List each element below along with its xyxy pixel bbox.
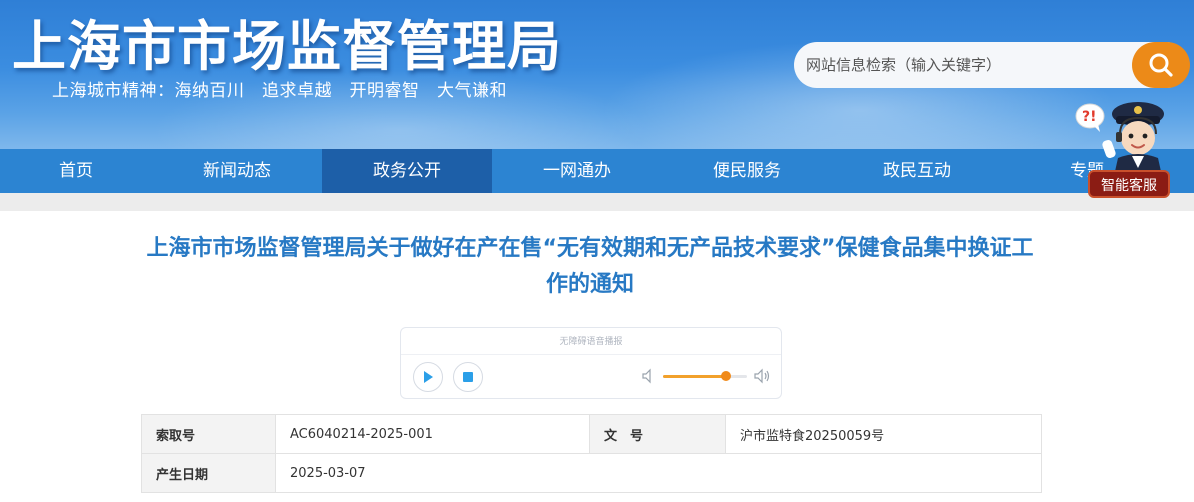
meta-value: 沪市监特食20250059号 [725, 414, 1042, 454]
nav-item-home[interactable]: 首页 [0, 149, 152, 193]
article-content: 上海市市场监督管理局关于做好在产在售“无有效期和无产品技术要求”保健食品集中换证… [0, 211, 1194, 502]
table-row: 索取号 AC6040214-2025-001 文 号 沪市监特食20250059… [141, 414, 1042, 454]
article-title: 上海市市场监督管理局关于做好在产在售“无有效期和无产品技术要求”保健食品集中换证… [146, 236, 1034, 297]
volume-high-icon [754, 368, 770, 384]
play-icon [424, 371, 433, 383]
nav-item-interaction[interactable]: 政民互动 [832, 149, 1002, 193]
audio-player: 无障碍语音播报 [400, 327, 782, 399]
meta-key: 产生日期 [141, 453, 276, 493]
nav-item-government-affairs[interactable]: 政务公开 [322, 149, 492, 193]
stop-button[interactable] [453, 362, 483, 392]
volume-low-icon [642, 368, 651, 384]
search-input[interactable] [806, 52, 1126, 78]
nav-item-online-services[interactable]: 一网通办 [492, 149, 662, 193]
nav-item-news[interactable]: 新闻动态 [152, 149, 322, 193]
site-title[interactable]: 上海市市场监督管理局 [12, 2, 562, 81]
player-divider [401, 354, 781, 355]
document-meta-table: 索取号 AC6040214-2025-001 文 号 沪市监特食20250059… [141, 414, 1042, 493]
nav-item-public-services[interactable]: 便民服务 [662, 149, 832, 193]
smart-assistant-button[interactable]: 智能客服 [1088, 170, 1170, 198]
volume-fill [663, 375, 726, 378]
volume-slider-handle[interactable] [721, 371, 731, 381]
meta-value: AC6040214-2025-001 [275, 414, 590, 454]
search-box [794, 42, 1189, 88]
city-slogan: 上海城市精神：海纳百川 追求卓越 开明睿智 大气谦和 [52, 81, 507, 101]
play-button[interactable] [413, 362, 443, 392]
assistant-bubble-text: ?! [1082, 109, 1097, 125]
meta-key: 索取号 [141, 414, 276, 454]
player-caption: 无障碍语音播报 [559, 337, 623, 347]
meta-key: 文 号 [589, 414, 726, 454]
stop-icon [463, 372, 473, 382]
meta-value: 2025-03-07 [275, 453, 1042, 493]
search-button[interactable] [1132, 42, 1190, 88]
main-nav: 首页 新闻动态 政务公开 一网通办 便民服务 政民互动 专题 [0, 149, 1194, 193]
table-row: 产生日期 2025-03-07 [141, 453, 1042, 493]
search-icon [1149, 53, 1173, 77]
